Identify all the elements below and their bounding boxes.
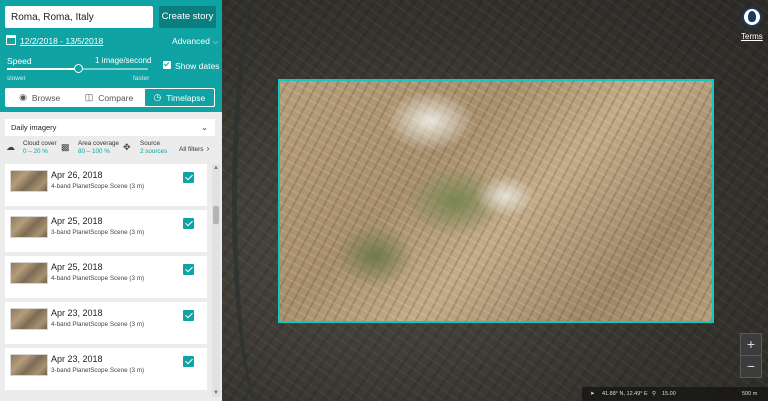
zoom-level-readout: 15.00 [662,391,676,397]
source-value: 2 sources [140,147,168,155]
area-icon: ▩ [61,142,70,152]
search-icon: ⚲ [652,391,657,397]
view-mode-tabs: ◉ Browse ◫ Compare ◷ Timelapse [5,88,215,107]
cloud-cover-value: 0 – 20 % [23,147,48,155]
tab-timelapse-label: Timelapse [166,92,206,103]
scene-thumbnail [10,262,48,284]
results-scrollbar[interactable]: ▲ ▼ [212,164,220,397]
map-status-bar: ➤ 41.88° N, 12.49° E ⚲ 15.00 500 m [582,387,768,401]
zoom-control: + − [740,333,762,378]
scene-thumbnail [10,170,48,192]
all-filters-label: All filters [179,146,204,153]
scene-type: 4-band PlanetScope Scene (3 m) [51,321,145,328]
all-filters-button[interactable]: All filters › [179,144,209,153]
terms-link[interactable]: Terms [741,32,763,41]
story-settings-panel: Create story 12/2/2018 - 13/5/2018 Advan… [0,0,222,112]
result-item[interactable]: Apr 25, 2018 3-band PlanetScope Scene (3 … [5,210,207,252]
scene-thumbnail [10,216,48,238]
tab-browse-label: Browse [31,92,61,103]
faster-label: faster [133,75,150,82]
area-of-interest-box[interactable] [278,79,714,323]
tab-compare-label: Compare [98,92,134,103]
scene-type: 3-band PlanetScope Scene (3 m) [51,229,145,236]
result-item[interactable]: Apr 26, 2018 4-band PlanetScope Scene (3 … [5,164,207,206]
date-range-link[interactable]: 12/2/2018 - 13/5/2018 [20,36,103,46]
area-coverage-label: Area coverage [78,140,119,147]
results-list: Apr 26, 2018 4-band PlanetScope Scene (3 … [5,164,207,397]
compare-icon: ◫ [84,92,94,102]
result-item[interactable]: Apr 23, 2018 4-band PlanetScope Scene (3 … [5,302,207,344]
imagery-type-select[interactable]: Daily imagery ⌄ [5,119,215,136]
show-dates-label[interactable]: Show dates [175,61,219,71]
filters-bar: ☁ Cloud cover 0 – 20 % ▩ Area coverage 8… [0,140,222,158]
timelapse-icon: ◷ [153,92,162,102]
speed-slider[interactable] [7,64,148,73]
advanced-label: Advanced [172,36,210,46]
zoom-in-button[interactable]: + [741,334,761,355]
tab-compare[interactable]: ◫ Compare [74,88,143,107]
scroll-down-icon[interactable]: ▼ [212,389,220,397]
source-label: Source [140,140,160,147]
chevron-down-icon: ⌵ [212,39,219,46]
scene-checkbox[interactable] [183,356,194,367]
cloud-cover-label: Cloud cover [23,140,57,147]
scene-date: Apr 23, 2018 [51,308,103,318]
chevron-down-icon: ⌄ [201,123,208,132]
eye-icon: ◉ [19,92,27,102]
chevron-right-icon: › [206,144,210,153]
map-view[interactable]: Terms + − ➤ 41.88° N, 12.49° E ⚲ 15.00 5… [222,0,768,401]
coordinates-readout: 41.88° N, 12.49° E [602,391,648,397]
scene-date: Apr 23, 2018 [51,354,103,364]
zoom-out-button[interactable]: − [741,356,761,377]
show-dates-checkbox[interactable] [163,61,171,69]
satellite-icon: ✥ [123,142,131,152]
scene-date: Apr 25, 2018 [51,216,103,226]
cloud-icon: ☁ [6,142,15,152]
imagery-type-value: Daily imagery [11,123,57,132]
user-avatar[interactable] [742,7,762,27]
location-search-input[interactable] [5,6,153,28]
cloud-cover-filter[interactable]: Cloud cover 0 – 20 % [23,140,57,155]
area-coverage-filter[interactable]: Area coverage 80 – 100 % [78,140,119,155]
scene-type: 4-band PlanetScope Scene (3 m) [51,275,145,282]
result-item[interactable]: Apr 23, 2018 3-band PlanetScope Scene (3 … [5,348,207,390]
calendar-icon[interactable] [6,35,16,45]
result-item[interactable]: Apr 25, 2018 4-band PlanetScope Scene (3 … [5,256,207,298]
scene-checkbox[interactable] [183,310,194,321]
source-filter[interactable]: Source 2 sources [140,140,167,155]
speed-slider-handle[interactable] [73,64,83,73]
scene-date: Apr 25, 2018 [51,262,103,272]
scale-bar-label: 500 m [742,391,758,397]
scene-date: Apr 26, 2018 [51,170,103,180]
scene-thumbnail [10,354,48,376]
advanced-toggle[interactable]: Advanced ⌵ [172,36,218,47]
area-coverage-value: 80 – 100 % [78,147,110,155]
scene-checkbox[interactable] [183,172,194,183]
speed-slider-fill [7,68,78,70]
scrollbar-thumb[interactable] [213,206,219,224]
scene-type: 3-band PlanetScope Scene (3 m) [51,367,145,374]
scene-thumbnail [10,308,48,330]
sidebar: Create story 12/2/2018 - 13/5/2018 Advan… [0,0,222,401]
slower-label: slower [7,75,26,82]
tab-browse[interactable]: ◉ Browse [5,88,74,107]
scene-checkbox[interactable] [183,264,194,275]
speed-label: Speed [7,56,32,66]
scroll-up-icon[interactable]: ▲ [212,164,220,172]
scene-checkbox[interactable] [183,218,194,229]
tab-timelapse[interactable]: ◷ Timelapse [143,88,215,107]
scene-type: 4-band PlanetScope Scene (3 m) [51,183,145,190]
speed-value: 1 image/second [95,56,152,65]
create-story-button[interactable]: Create story [159,6,216,28]
location-arrow-icon: ➤ [590,391,595,397]
